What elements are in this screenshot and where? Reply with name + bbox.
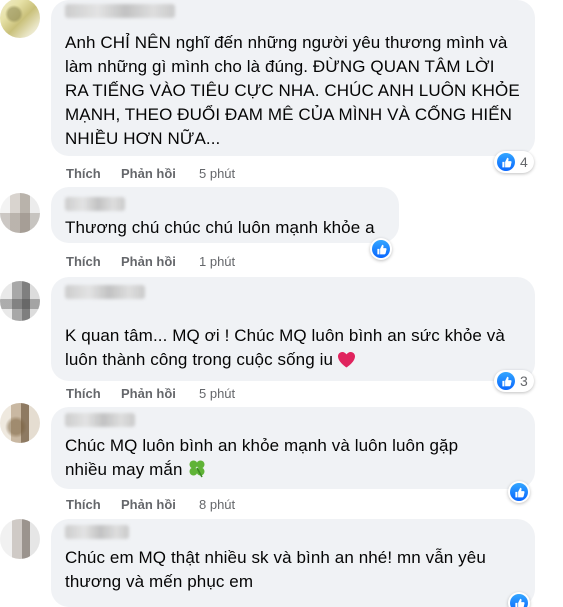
reply-button[interactable]: Phản hồi xyxy=(121,166,176,181)
reaction-summary[interactable]: 3 xyxy=(494,370,534,392)
commenter-name[interactable] xyxy=(65,4,175,18)
comment-text: K quan tâm... MQ ơi ! Chúc MQ luôn bình … xyxy=(65,326,505,369)
reaction-summary[interactable]: 4 xyxy=(494,151,534,173)
comment-bubble: Chúc em MQ thật nhiều sk và bình an nhé!… xyxy=(51,519,535,607)
avatar[interactable] xyxy=(0,519,40,559)
like-button[interactable]: Thích xyxy=(66,497,101,512)
comment-time[interactable]: 5 phút xyxy=(199,386,235,401)
avatar[interactable] xyxy=(0,0,40,38)
comment-bubble: Thương chú chúc chú luôn mạnh khỏe a xyxy=(51,187,399,243)
comment-text: Thương chú chúc chú luôn mạnh khỏe a xyxy=(65,218,375,237)
reaction-summary[interactable] xyxy=(508,592,530,607)
like-button[interactable]: Thích xyxy=(66,386,101,401)
comment-bubble: Chúc MQ luôn bình an khỏe mạnh và luôn l… xyxy=(51,407,535,489)
comment-text: Chúc em MQ thật nhiều sk và bình an nhé!… xyxy=(65,548,486,591)
thumbs-up-icon xyxy=(497,372,515,390)
reply-button[interactable]: Phản hồi xyxy=(121,386,176,401)
comment-time[interactable]: 8 phút xyxy=(199,497,235,512)
comment-time[interactable]: 5 phút xyxy=(199,166,235,181)
avatar[interactable] xyxy=(0,193,40,233)
like-button[interactable]: Thích xyxy=(66,166,101,181)
reply-button[interactable]: Phản hồi xyxy=(121,254,176,269)
reply-button[interactable]: Phản hồi xyxy=(121,497,176,512)
avatar[interactable] xyxy=(0,281,40,321)
comment-text: Anh CHỈ NÊN nghĩ đến những người yêu thư… xyxy=(65,33,520,148)
thumbs-up-icon xyxy=(510,483,528,501)
like-button[interactable]: Thích xyxy=(66,254,101,269)
reaction-summary[interactable] xyxy=(370,238,392,260)
comment-bubble: Anh CHỈ NÊN nghĩ đến những người yêu thư… xyxy=(51,0,535,156)
reaction-count: 4 xyxy=(520,154,528,170)
heart-icon xyxy=(338,351,356,368)
thumbs-up-icon xyxy=(497,153,515,171)
comment-time[interactable]: 1 phút xyxy=(199,254,235,269)
thumbs-up-icon xyxy=(372,240,390,258)
commenter-name[interactable] xyxy=(65,197,125,211)
reaction-count: 3 xyxy=(520,373,528,389)
commenter-name[interactable] xyxy=(65,413,135,427)
comment-text: Chúc MQ luôn bình an khỏe mạnh và luôn l… xyxy=(65,436,459,479)
avatar[interactable] xyxy=(0,403,40,443)
four-leaf-clover-icon xyxy=(189,460,205,478)
comment-bubble: K quan tâm... MQ ơi ! Chúc MQ luôn bình … xyxy=(51,277,535,381)
thumbs-up-icon xyxy=(510,594,528,607)
commenter-name[interactable] xyxy=(65,285,145,299)
commenter-name[interactable] xyxy=(65,525,129,539)
reaction-summary[interactable] xyxy=(508,481,530,503)
